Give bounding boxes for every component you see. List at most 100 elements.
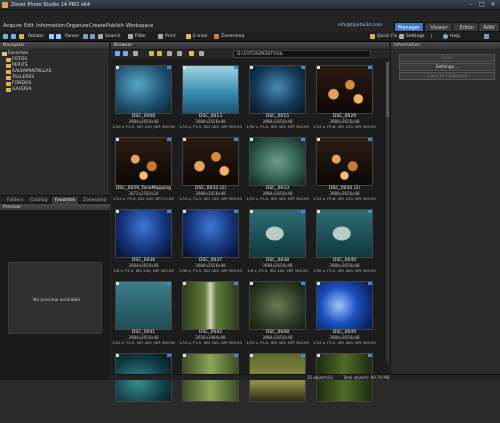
menu-edit[interactable]: Edit — [24, 23, 34, 29]
nav-back-icon[interactable] — [115, 51, 120, 56]
thumbnail-item[interactable] — [313, 352, 376, 423]
copy-to-clipboard-button[interactable]: Copy to Clipboard — [399, 72, 495, 80]
tab-viewer[interactable]: Viewer — [424, 22, 454, 32]
thumbnail-item[interactable]: DSC_0008 3984x2656x48 1/30 s, F3.5, ISO 10… — [112, 64, 175, 135]
thumbnail-item[interactable]: DSC_0034 (2) 3984x2656x48 1/15 s, F5.6, IS… — [313, 136, 376, 207]
print-button[interactable]: Print — [165, 34, 175, 39]
eye-icon — [183, 210, 186, 213]
quick-fix-button[interactable]: Quick Fix — [377, 34, 397, 39]
thumbnail-item[interactable] — [179, 352, 242, 423]
nav-new-folder-icon[interactable] — [157, 51, 162, 56]
pane-layout2-icon[interactable] — [90, 34, 95, 39]
thumbnail-image[interactable] — [316, 209, 373, 258]
thumbnail-image[interactable] — [316, 65, 373, 114]
thumbnail-item[interactable]: DSC_0037 3984x2656x48 1/30 s, F3.5, ISO 40… — [179, 208, 242, 279]
search-icon[interactable] — [98, 34, 103, 39]
thumbnail-info: 1/15 s, F5.6, ISO 100, DPI 72.00 — [113, 196, 174, 201]
thumbnail-image[interactable] — [182, 137, 239, 186]
email-icon[interactable] — [186, 34, 191, 39]
thumbnail-item[interactable]: DSC_0033 (2) 3984x2656x48 1/15 s, F4.2, IS… — [179, 136, 242, 207]
thumbnail-image[interactable] — [115, 137, 172, 186]
menu-workspace[interactable]: Workspace — [126, 23, 153, 29]
thumbnail-item[interactable]: DSC_0029 3984x2656x48 1/15 s, F5.6, ISO 10… — [313, 64, 376, 135]
nav-refresh-icon[interactable] — [199, 51, 204, 56]
thumbnail-image[interactable] — [182, 209, 239, 258]
thumbnail-image[interactable] — [316, 137, 373, 186]
search-button[interactable]: Search — [105, 34, 120, 39]
pane-layout-icon[interactable] — [83, 34, 88, 39]
thumbnail-image[interactable] — [115, 209, 172, 258]
menu-acquire[interactable]: Acquire — [3, 23, 22, 29]
maximize-button[interactable]: □ — [477, 1, 487, 9]
scrollbar-thumb[interactable] — [386, 62, 389, 117]
eye-icon — [116, 210, 119, 213]
zonerama-icon[interactable] — [214, 34, 219, 39]
menu-publish[interactable]: Publish — [106, 23, 124, 29]
thumbnail-item[interactable]: DSC_0042 2656x3984x48 1/15 s, F3.5, ISO 20… — [179, 280, 242, 351]
thumbnail-item[interactable]: DSC_0015 3984x2656x48 1/30 s, F3.5, ISO 40… — [246, 64, 309, 135]
account-email[interactable]: info@tipotai3d.com — [338, 23, 382, 28]
settings-button[interactable]: Settings... — [399, 63, 495, 71]
thumbnail-image[interactable] — [182, 281, 239, 330]
left-tabs: Folders Catalog Favorites Zonerama — [0, 195, 111, 204]
thumbnail-image[interactable] — [249, 65, 306, 114]
menu-organize[interactable]: Organize — [66, 23, 88, 29]
thumbnail-item[interactable]: DSC_0038 3984x2656x48 1/8 s, F3.5, ISO 400… — [246, 208, 309, 279]
thumbnail-item[interactable]: DSC_0013 3984x2656x48 1/15 s, F3.5, ISO 40… — [179, 64, 242, 135]
tab-manager[interactable]: Manager — [394, 22, 424, 32]
settings-icon[interactable] — [399, 34, 404, 39]
tab-raw[interactable]: RAW — [478, 22, 500, 32]
thumbnail-image[interactable] — [182, 65, 239, 114]
save-button[interactable]: Save — [399, 54, 495, 62]
tab-favorites[interactable]: Favorites — [52, 197, 80, 204]
thumbnail-item[interactable]: DSC_0041 3984x2656x48 1/15 s, F3.5, ISO 40… — [112, 280, 175, 351]
thumbnail-item[interactable] — [246, 352, 309, 423]
quick-fix-icon[interactable] — [370, 34, 375, 39]
tree-item-galeria[interactable]: GALERIA — [2, 87, 108, 93]
thumbnail-item[interactable]: DSC_0033 3984x2656x48 1/15 s, F3.5, ISO 40… — [246, 136, 309, 207]
nav-folder-icon[interactable] — [149, 51, 154, 56]
help-icon[interactable] — [443, 34, 448, 39]
browser-scrollbar[interactable] — [386, 62, 389, 362]
nav-forward-icon[interactable] — [123, 51, 128, 56]
nav-sort-icon[interactable] — [167, 51, 172, 56]
rotate-left-icon[interactable] — [49, 34, 54, 39]
thumbnail-item[interactable]: DSC_0029_ToneMapping 3872x2592x24 1/15 s, … — [112, 136, 175, 207]
close-button[interactable]: ✕ — [488, 1, 498, 9]
rotate-right-icon[interactable] — [56, 34, 61, 39]
thumbnail-item[interactable] — [112, 352, 175, 423]
thumbnail-item[interactable]: DSC_0040 3984x2656x48 1/30 s, F3.5, ISO 40… — [313, 208, 376, 279]
settings-button[interactable]: Settings — [406, 34, 424, 39]
folder-up-icon[interactable] — [19, 34, 24, 39]
thumbnail-image[interactable] — [249, 209, 306, 258]
tab-folders[interactable]: Folders — [4, 197, 28, 204]
thumbnail-item[interactable]: DSC_0048 3984x2656x48 1/15 s, F3.5, ISO 40… — [246, 280, 309, 351]
help-button[interactable]: Help — [450, 34, 460, 39]
thumbnail-image[interactable] — [249, 137, 306, 186]
nav-view-icon[interactable] — [177, 51, 182, 56]
email-button[interactable]: E-mail — [193, 34, 207, 39]
nav-home-icon[interactable] — [133, 51, 138, 56]
thumbnail-image[interactable] — [316, 281, 373, 330]
thumbnail-image[interactable] — [115, 281, 172, 330]
tab-catalog[interactable]: Catalog — [27, 197, 52, 204]
thumbnail-item[interactable]: DSC_0036 3984x2656x48 1/8 s, F3.5, ISO 200… — [112, 208, 175, 279]
eye-icon — [116, 354, 119, 357]
back-icon[interactable] — [3, 34, 8, 39]
zonerama-button[interactable]: Zonerama — [221, 34, 244, 39]
minimize-button[interactable]: – — [466, 1, 476, 9]
layout-toggle-icon[interactable] — [484, 34, 489, 39]
nav-star-icon[interactable] — [189, 51, 194, 56]
filter-icon[interactable] — [128, 34, 133, 39]
menu-create[interactable]: Create — [89, 23, 106, 29]
filter-button[interactable]: Filter — [135, 34, 146, 39]
tab-zonerama[interactable]: Zonerama — [80, 197, 111, 204]
thumbnail-image[interactable] — [249, 281, 306, 330]
forward-icon[interactable] — [11, 34, 16, 39]
path-field[interactable]: D:\FOTOS\PERITO\tb — [233, 50, 371, 58]
nef-badge-icon — [167, 210, 171, 213]
thumbnail-item[interactable]: DSC_0049 3984x2656x48 1/15 s, F3.5, ISO 40… — [313, 280, 376, 351]
thumbnail-image[interactable] — [115, 65, 172, 114]
menu-information[interactable]: Information — [36, 23, 65, 29]
print-icon[interactable] — [158, 34, 163, 39]
